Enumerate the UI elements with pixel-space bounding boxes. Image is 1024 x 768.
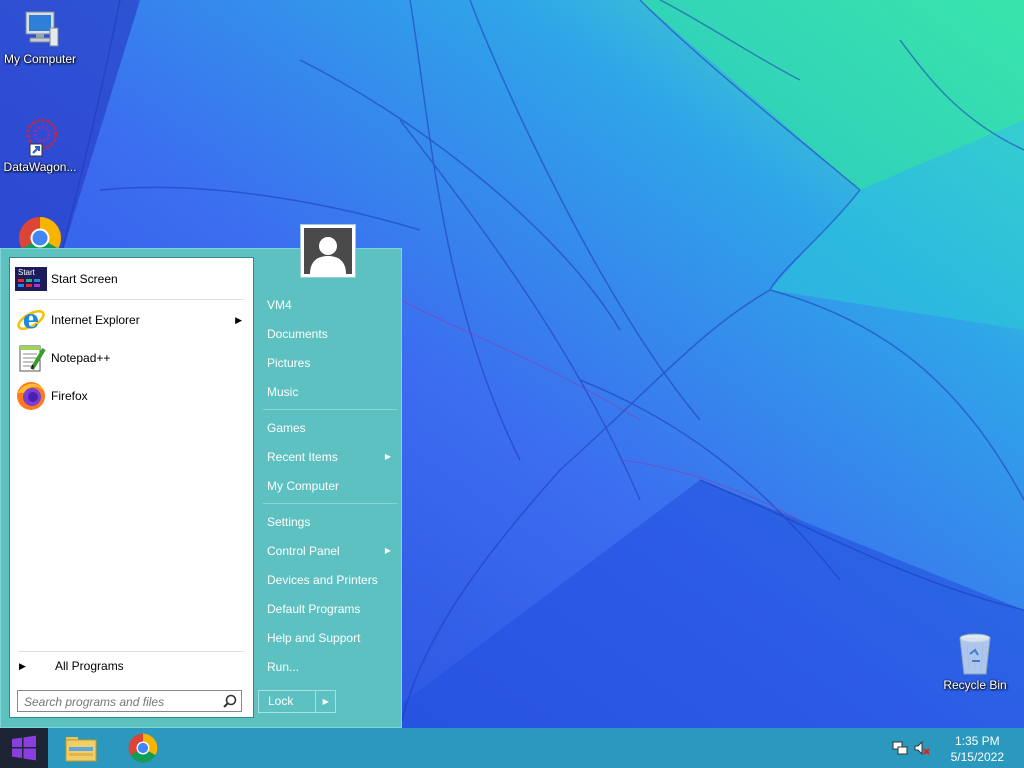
my-computer-label: My Computer (3, 52, 77, 66)
pictures-label: Pictures (267, 356, 311, 370)
windows-logo-icon (12, 735, 36, 761)
all-programs-label: All Programs (55, 659, 124, 673)
my-computer-menu-label: My Computer (267, 479, 340, 493)
separator (18, 299, 244, 300)
help-and-support-label: Help and Support (267, 631, 361, 645)
search-icon[interactable] (223, 694, 237, 708)
datawagon-icon (26, 118, 58, 157)
help-and-support-link[interactable]: Help and Support (259, 625, 399, 651)
network-icon[interactable] (892, 740, 908, 756)
taskbar-chrome[interactable] (119, 728, 167, 768)
user-folder-label: VM4 (267, 298, 292, 312)
taskbar-file-explorer[interactable] (57, 728, 105, 768)
devices-and-printers-label: Devices and Printers (267, 573, 378, 587)
clock-date: 5/15/2022 (950, 750, 1004, 764)
search-box (17, 690, 242, 712)
power-options-arrow-button[interactable]: ▶ (315, 691, 335, 712)
search-input[interactable] (22, 692, 221, 712)
taskbar: 1:35 PM 5/15/2022 (0, 728, 1024, 768)
submenu-arrow-icon: ▶ (384, 546, 391, 555)
volume-muted-icon[interactable] (914, 740, 930, 756)
games-link[interactable]: Games (259, 415, 399, 441)
chrome-icon (128, 733, 158, 763)
firefox-label: Firefox (51, 389, 88, 403)
run-label: Run... (267, 660, 300, 674)
devices-and-printers-link[interactable]: Devices and Printers (259, 567, 399, 593)
firefox-item[interactable]: Firefox (15, 379, 248, 413)
separator (263, 503, 397, 504)
start-screen-icon: Start (15, 263, 47, 295)
notepad-plus-plus-icon (15, 342, 47, 374)
separator (263, 409, 397, 410)
svg-text:e: e (23, 305, 40, 335)
start-screen-item[interactable]: Start Start Screen (15, 262, 248, 296)
firefox-icon (15, 380, 47, 412)
default-programs-label: Default Programs (267, 602, 361, 616)
recent-items-link[interactable]: Recent Items ▶ (259, 444, 399, 470)
user-folder-link[interactable]: VM4 (259, 292, 399, 318)
triangle-right-icon: ▶ (19, 660, 26, 671)
my-computer-desktop-icon[interactable]: My Computer (0, 8, 80, 66)
recent-items-label: Recent Items (267, 450, 338, 464)
submenu-arrow-icon: ▶ (235, 314, 242, 325)
music-label: Music (267, 385, 299, 399)
power-button-group: Lock ▶ (258, 690, 336, 713)
documents-link[interactable]: Documents (259, 321, 399, 347)
start-screen-label: Start Screen (51, 272, 118, 286)
control-panel-link[interactable]: Control Panel ▶ (259, 538, 399, 564)
start-button[interactable] (0, 728, 48, 768)
system-tray: 1:35 PM 5/15/2022 (884, 728, 1024, 768)
music-link[interactable]: Music (259, 379, 399, 405)
games-label: Games (267, 421, 306, 435)
lock-button[interactable]: Lock (259, 691, 315, 712)
separator (18, 651, 244, 652)
all-programs-item[interactable]: ▶ All Programs (15, 655, 248, 677)
user-avatar[interactable] (300, 224, 356, 278)
computer-icon (25, 11, 59, 47)
recycle-bin-icon (959, 633, 991, 675)
user-silhouette-icon (310, 237, 346, 274)
default-programs-link[interactable]: Default Programs (259, 596, 399, 622)
taskbar-clock[interactable]: 1:35 PM 5/15/2022 (951, 733, 1004, 765)
notepad-plus-plus-label: Notepad++ (51, 351, 111, 365)
control-panel-label: Control Panel (267, 544, 340, 558)
settings-label: Settings (267, 515, 311, 529)
start-menu-programs-pane: Start Start Screen e Internet Explorer ▶… (9, 257, 254, 718)
internet-explorer-icon: e (15, 304, 47, 336)
run-link[interactable]: Run... (259, 654, 399, 680)
start-menu: Start Start Screen e Internet Explorer ▶… (0, 248, 402, 728)
file-explorer-icon (65, 737, 97, 762)
settings-link[interactable]: Settings (259, 509, 399, 535)
internet-explorer-item[interactable]: e Internet Explorer ▶ (15, 303, 248, 337)
notepad-plus-plus-item[interactable]: Notepad++ (15, 341, 248, 375)
submenu-arrow-icon: ▶ (384, 452, 391, 461)
my-computer-link[interactable]: My Computer (259, 473, 399, 499)
clock-time: 1:35 PM (954, 734, 1000, 748)
recycle-bin-label: Recycle Bin (943, 678, 1007, 692)
svg-text:Start: Start (18, 268, 36, 277)
recycle-bin-desktop-icon[interactable]: Recycle Bin (935, 630, 1015, 692)
internet-explorer-label: Internet Explorer (51, 313, 140, 327)
datawagon-desktop-icon[interactable]: DataWagon... (0, 112, 80, 174)
pictures-link[interactable]: Pictures (259, 350, 399, 376)
documents-label: Documents (267, 327, 328, 341)
datawagon-label: DataWagon... (3, 160, 77, 174)
